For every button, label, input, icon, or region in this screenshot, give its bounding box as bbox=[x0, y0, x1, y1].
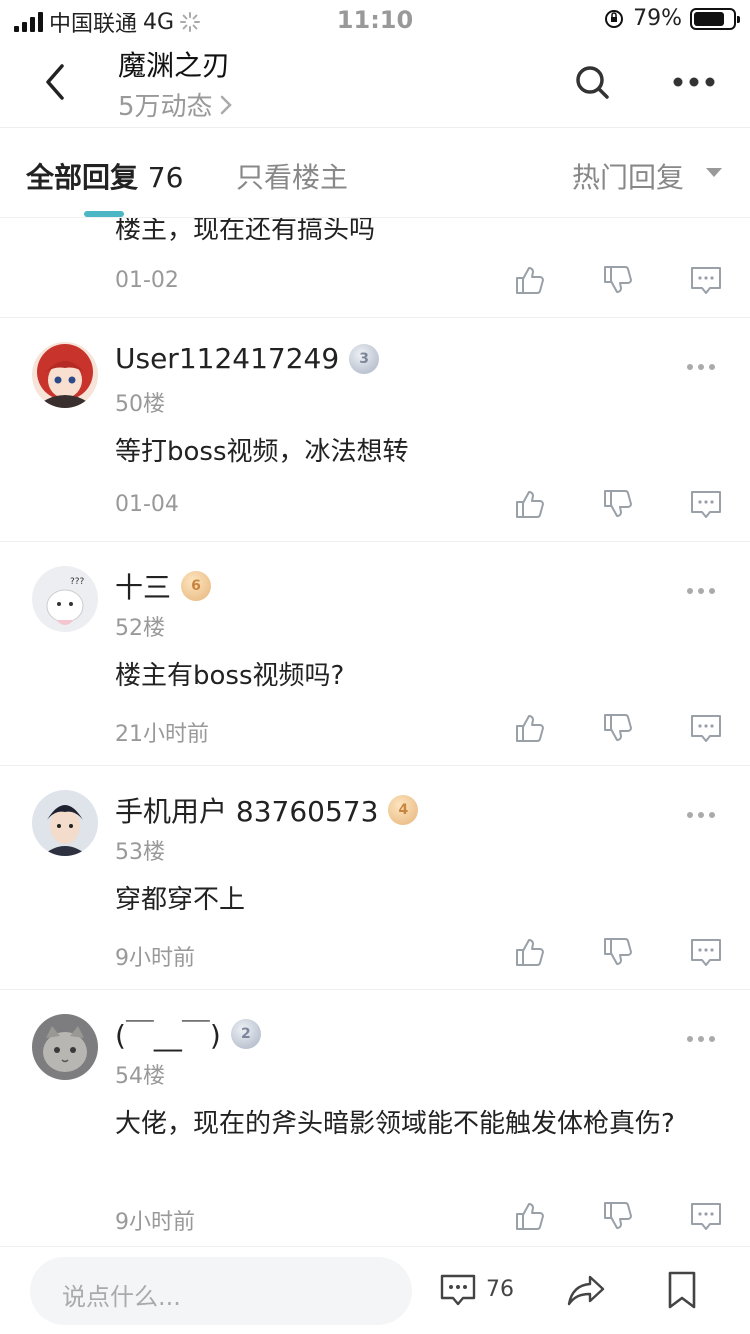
reply-time: 21小时前 bbox=[115, 722, 209, 747]
bookmark-icon[interactable] bbox=[666, 1271, 698, 1309]
floor-number: 50楼 bbox=[115, 392, 165, 417]
reply-item: ??? 十三 6 52楼 楼主有boss视频吗? 21小时前 bbox=[0, 542, 750, 766]
dislike-icon[interactable] bbox=[602, 936, 634, 968]
username[interactable]: 十三 6 bbox=[115, 566, 212, 606]
like-icon[interactable] bbox=[514, 264, 546, 296]
reply-item: User112417249 3 50楼 等打boss视频，冰法想转 01-04 bbox=[0, 318, 750, 542]
reply-time: 9小时前 bbox=[115, 1210, 195, 1235]
reply-input[interactable]: 说点什么... bbox=[30, 1257, 412, 1325]
post-more-icon[interactable] bbox=[686, 586, 716, 596]
like-icon[interactable] bbox=[514, 488, 546, 520]
reply-item: 手机用户 83760573 4 53楼 穿都穿不上 9小时前 bbox=[0, 766, 750, 990]
reply-tabs: 全部回复 76 只看楼主 热门回复 bbox=[0, 128, 750, 218]
share-icon[interactable] bbox=[566, 1273, 606, 1307]
comment-icon[interactable] bbox=[690, 712, 722, 744]
floor-number: 54楼 bbox=[115, 1064, 165, 1089]
reply-time: 01-04 bbox=[115, 492, 179, 517]
username-text: 十三 bbox=[115, 571, 172, 604]
reply-content: 楼主，现在还有搞头吗 bbox=[115, 218, 376, 245]
forum-title[interactable]: 魔渊之刃 bbox=[118, 44, 230, 84]
more-icon[interactable] bbox=[672, 68, 716, 96]
level-badge-number: 6 bbox=[191, 578, 201, 594]
username[interactable]: (￣__￣) 2 bbox=[115, 1014, 261, 1054]
comment-icon[interactable] bbox=[440, 1273, 476, 1307]
tab-all-replies[interactable]: 全部回复 76 bbox=[26, 156, 183, 196]
level-badge-number: 2 bbox=[240, 1026, 251, 1042]
username[interactable]: 手机用户 83760573 4 bbox=[115, 790, 419, 830]
reply-content: 等打boss视频，冰法想转 bbox=[115, 437, 409, 467]
comment-icon[interactable] bbox=[690, 264, 722, 296]
level-badge-number: 4 bbox=[398, 802, 409, 818]
reply-time: 9小时前 bbox=[115, 946, 195, 971]
reply-list: 楼主，现在还有搞头吗 01-02 User112417249 3 50楼 等打b… bbox=[0, 218, 750, 1246]
reply-item: 楼主，现在还有搞头吗 01-02 bbox=[0, 218, 750, 318]
reply-item: (￣__￣) 2 54楼 大佬，现在的斧头暗影领域能不能触发体枪真伤? 9小时前 bbox=[0, 990, 750, 1246]
username-text: (￣__￣) bbox=[115, 1019, 221, 1052]
rotation-lock-icon bbox=[605, 9, 624, 28]
status-right: 79% bbox=[603, 6, 740, 31]
reply-content: 楼主有boss视频吗? bbox=[115, 661, 345, 691]
floor-number: 52楼 bbox=[115, 616, 165, 641]
reply-input-placeholder: 说点什么... bbox=[62, 1283, 181, 1311]
bottom-bar: 说点什么... 76 bbox=[0, 1246, 750, 1334]
tab-owner-only[interactable]: 只看楼主 bbox=[236, 156, 348, 196]
like-icon[interactable] bbox=[514, 936, 546, 968]
tab-active-indicator bbox=[84, 211, 124, 217]
post-more-icon[interactable] bbox=[686, 362, 716, 372]
level-badge: 2 bbox=[230, 1019, 261, 1049]
dislike-icon[interactable] bbox=[602, 488, 634, 520]
level-badge-number: 3 bbox=[359, 350, 370, 367]
like-icon[interactable] bbox=[514, 1200, 546, 1232]
top-nav: 魔渊之刃 5万动态 bbox=[0, 40, 750, 128]
reply-time: 01-02 bbox=[115, 268, 179, 293]
tab-all-label: 全部回复 bbox=[26, 161, 139, 194]
comment-icon[interactable] bbox=[690, 936, 722, 968]
avatar[interactable]: ??? bbox=[32, 566, 98, 632]
forum-activity-count: 5万动态 bbox=[118, 92, 213, 122]
dislike-icon[interactable] bbox=[602, 1200, 634, 1232]
svg-text:???: ??? bbox=[70, 577, 85, 587]
comment-icon[interactable] bbox=[690, 1200, 722, 1232]
post-more-icon[interactable] bbox=[686, 1034, 716, 1044]
search-icon[interactable] bbox=[572, 62, 612, 102]
avatar[interactable] bbox=[32, 790, 98, 856]
level-badge: 4 bbox=[388, 795, 419, 825]
forum-subtitle[interactable]: 5万动态 bbox=[118, 86, 233, 123]
sort-dropdown[interactable]: 热门回复 bbox=[572, 156, 684, 196]
level-badge: 6 bbox=[181, 571, 212, 601]
floor-number: 53楼 bbox=[115, 840, 165, 865]
status-bar: 中国联通 4G 11:10 79% bbox=[0, 0, 750, 40]
comment-icon[interactable] bbox=[690, 488, 722, 520]
reply-content: 大佬，现在的斧头暗影领域能不能触发体枪真伤? bbox=[115, 1109, 675, 1139]
comment-count: 76 bbox=[486, 1277, 514, 1302]
reply-content: 穿都穿不上 bbox=[115, 885, 246, 915]
username-text: 手机用户 83760573 bbox=[115, 795, 379, 828]
caret-down-icon[interactable] bbox=[706, 168, 722, 177]
post-more-icon[interactable] bbox=[686, 810, 716, 820]
dislike-icon[interactable] bbox=[602, 264, 634, 296]
like-icon[interactable] bbox=[514, 712, 546, 744]
avatar[interactable] bbox=[32, 1014, 98, 1080]
username[interactable]: User112417249 3 bbox=[115, 342, 380, 375]
back-button[interactable] bbox=[36, 60, 76, 104]
tab-all-count: 76 bbox=[147, 161, 184, 194]
username-text: User112417249 bbox=[115, 342, 340, 375]
chevron-right-icon bbox=[220, 95, 232, 114]
back-icon bbox=[46, 64, 64, 100]
avatar[interactable] bbox=[32, 342, 98, 408]
battery-percent: 79% bbox=[633, 6, 682, 31]
battery-icon bbox=[690, 7, 740, 30]
level-badge: 3 bbox=[349, 343, 380, 374]
dislike-icon[interactable] bbox=[602, 712, 634, 744]
